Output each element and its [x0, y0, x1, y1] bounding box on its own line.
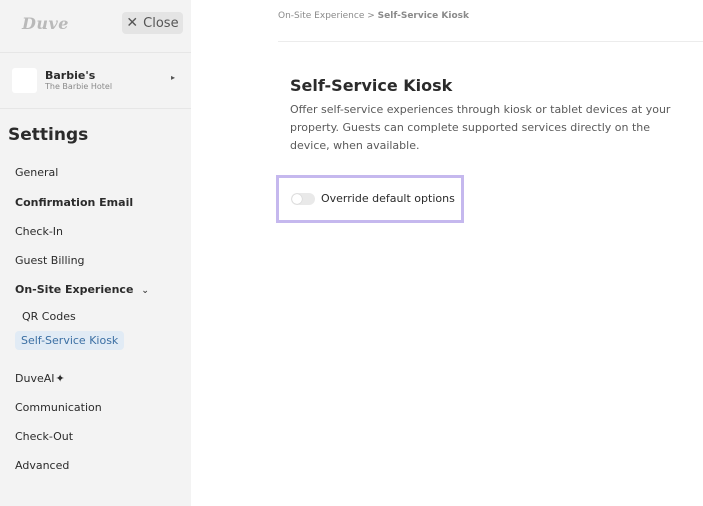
sidebar-item-communication[interactable]: Communication: [15, 401, 102, 414]
chevron-down-icon: ⌄: [141, 286, 149, 296]
override-options-box: Override default options: [276, 175, 464, 223]
override-toggle[interactable]: [291, 193, 315, 205]
settings-title: Settings: [8, 125, 89, 145]
sidebar-item-duveai[interactable]: DuveAI✦: [15, 372, 65, 385]
sidebar-item-advanced[interactable]: Advanced: [15, 459, 69, 472]
breadcrumb: On-Site Experience > Self-Service Kiosk: [278, 11, 469, 21]
header-divider: [278, 41, 703, 42]
sparkle-icon: ✦: [55, 372, 65, 385]
sidebar-item-guest-billing[interactable]: Guest Billing: [15, 254, 85, 267]
sidebar-item-general[interactable]: General: [15, 166, 58, 179]
sidebar-item-label: DuveAI: [15, 372, 55, 385]
property-avatar: [12, 67, 37, 93]
divider: [0, 52, 191, 53]
chevron-right-icon: ▸: [170, 73, 175, 82]
property-subtitle: The Barbie Hotel: [45, 81, 113, 91]
breadcrumb-separator: >: [367, 11, 375, 21]
property-name: Barbie's: [45, 68, 96, 82]
sidebar: Duve ✕ Close Barbie's The Barbie Hotel ▸…: [0, 0, 191, 506]
close-button[interactable]: ✕ Close: [122, 12, 183, 34]
sidebar-item-qr-codes[interactable]: QR Codes: [22, 310, 76, 323]
divider: [0, 108, 191, 109]
sidebar-item-on-site-experience[interactable]: On-Site Experience ⌄: [15, 283, 149, 296]
page-title: Self-Service Kiosk: [290, 76, 453, 95]
sidebar-item-check-out[interactable]: Check-Out: [15, 430, 73, 443]
override-label: Override default options: [321, 192, 455, 205]
breadcrumb-parent[interactable]: On-Site Experience: [278, 11, 364, 21]
page-description: Offer self-service experiences through k…: [290, 103, 671, 152]
close-icon: ✕: [126, 15, 139, 31]
toggle-knob: [292, 194, 302, 204]
sidebar-item-confirmation-email[interactable]: Confirmation Email: [15, 196, 133, 209]
sidebar-item-self-service-kiosk[interactable]: Self-Service Kiosk: [15, 331, 125, 350]
sidebar-item-check-in[interactable]: Check-In: [15, 225, 63, 238]
duve-logo: Duve: [22, 14, 69, 33]
property-selector[interactable]: Barbie's The Barbie Hotel ▸: [8, 62, 183, 98]
close-label: Close: [143, 15, 179, 31]
breadcrumb-current: Self-Service Kiosk: [377, 11, 469, 21]
sidebar-item-label: On-Site Experience: [15, 283, 134, 296]
